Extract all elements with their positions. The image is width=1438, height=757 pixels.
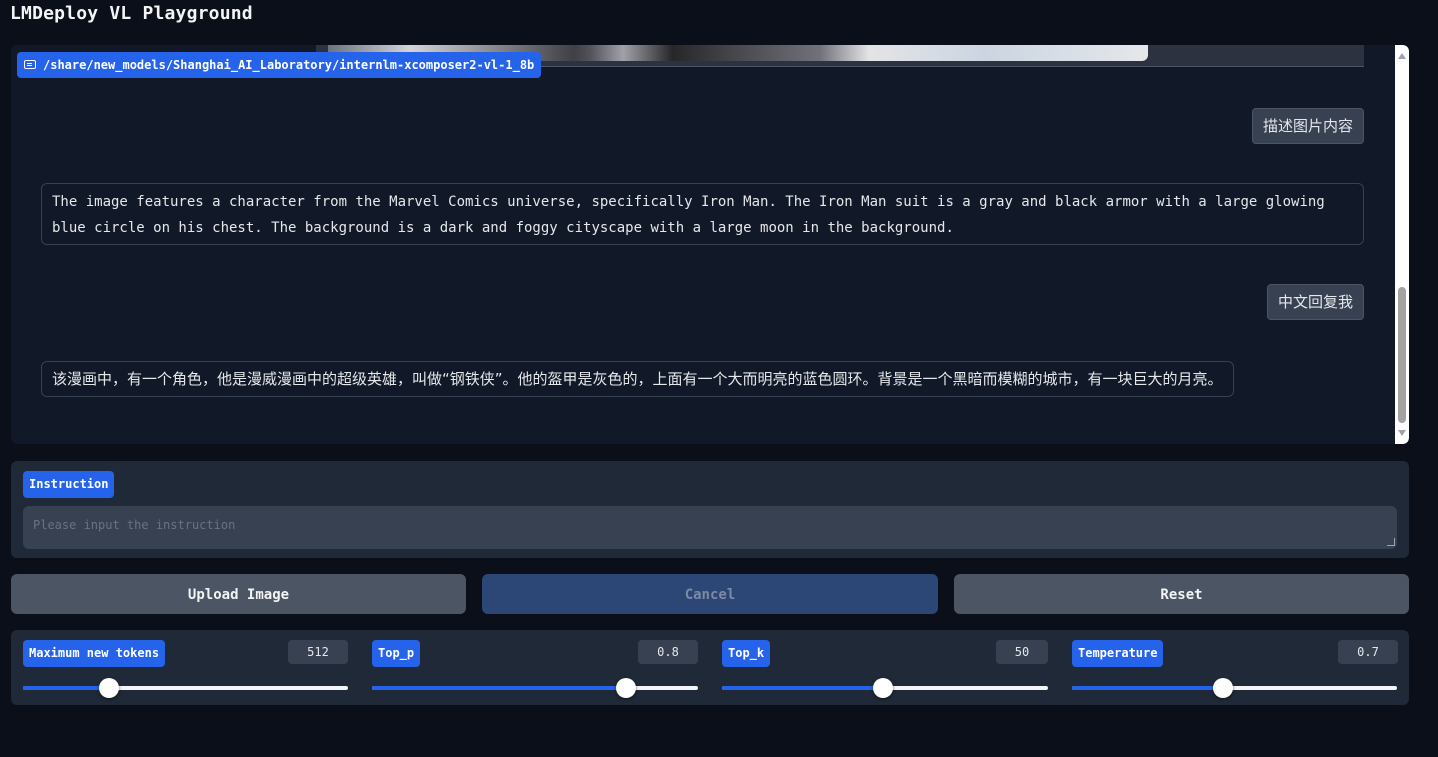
chat-scrollbar[interactable] [1395,45,1409,444]
slider-fill [1072,686,1224,690]
resize-grip-icon[interactable] [1387,538,1395,546]
slider-top-k: Top_k 50 [722,630,1048,705]
slider-label: Temperature [1072,640,1164,667]
slider-fill [372,686,627,690]
reset-button[interactable]: Reset [954,574,1409,614]
slider-label: Top_k [722,640,771,667]
slider-track[interactable] [1072,678,1397,698]
slider-track[interactable] [722,678,1048,698]
slider-fill [722,686,884,690]
slider-thumb[interactable] [873,678,894,698]
scroll-down-arrow-icon[interactable] [1398,430,1406,436]
scroll-up-arrow-icon[interactable] [1398,53,1406,59]
instruction-label: Instruction [23,471,115,498]
scrollbar-thumb[interactable] [1398,287,1406,423]
slider-thumb[interactable] [1213,678,1234,698]
upload-image-button[interactable]: Upload Image [11,574,466,614]
slider-label: Top_p [372,640,421,667]
slider-label: Maximum new tokens [23,640,166,667]
slider-track[interactable] [23,678,348,698]
slider-thumb[interactable] [99,678,120,698]
user-message: 中文回复我 [1266,284,1364,320]
model-path-text: /share/new_models/Shanghai_AI_Laboratory… [43,58,535,72]
slider-temperature: Temperature 0.7 [1072,630,1398,705]
slider-top-p: Top_p 0.8 [372,630,698,705]
slider-max-new-tokens: Maximum new tokens 512 [23,630,348,705]
slider-value-input[interactable]: 0.8 [638,640,698,664]
generation-settings: Maximum new tokens 512 Top_p 0.8 Top_k 5… [11,630,1409,705]
model-path-label: /share/new_models/Shanghai_AI_Laboratory… [17,52,542,78]
instruction-block: Instruction [11,461,1409,558]
slider-value-input[interactable]: 512 [288,640,348,664]
user-message: 描述图片内容 [1251,108,1364,144]
assistant-message: 该漫画中，有一个角色，他是漫威漫画中的超级英雄，叫做“钢铁侠”。他的盔甲是灰色的… [41,361,1234,397]
slider-value-input[interactable]: 50 [996,640,1048,664]
chat-panel: /share/new_models/Shanghai_AI_Laboratory… [11,45,1409,444]
chat-bubble-icon [24,60,36,69]
slider-fill [23,686,110,690]
instruction-input[interactable] [23,506,1397,549]
slider-value-input[interactable]: 0.7 [1338,640,1398,664]
cancel-button[interactable]: Cancel [482,574,938,614]
slider-thumb[interactable] [616,678,637,698]
slider-track[interactable] [372,678,698,698]
app-title: LMDeploy VL Playground [10,3,253,24]
assistant-message: The image features a character from the … [41,183,1364,245]
